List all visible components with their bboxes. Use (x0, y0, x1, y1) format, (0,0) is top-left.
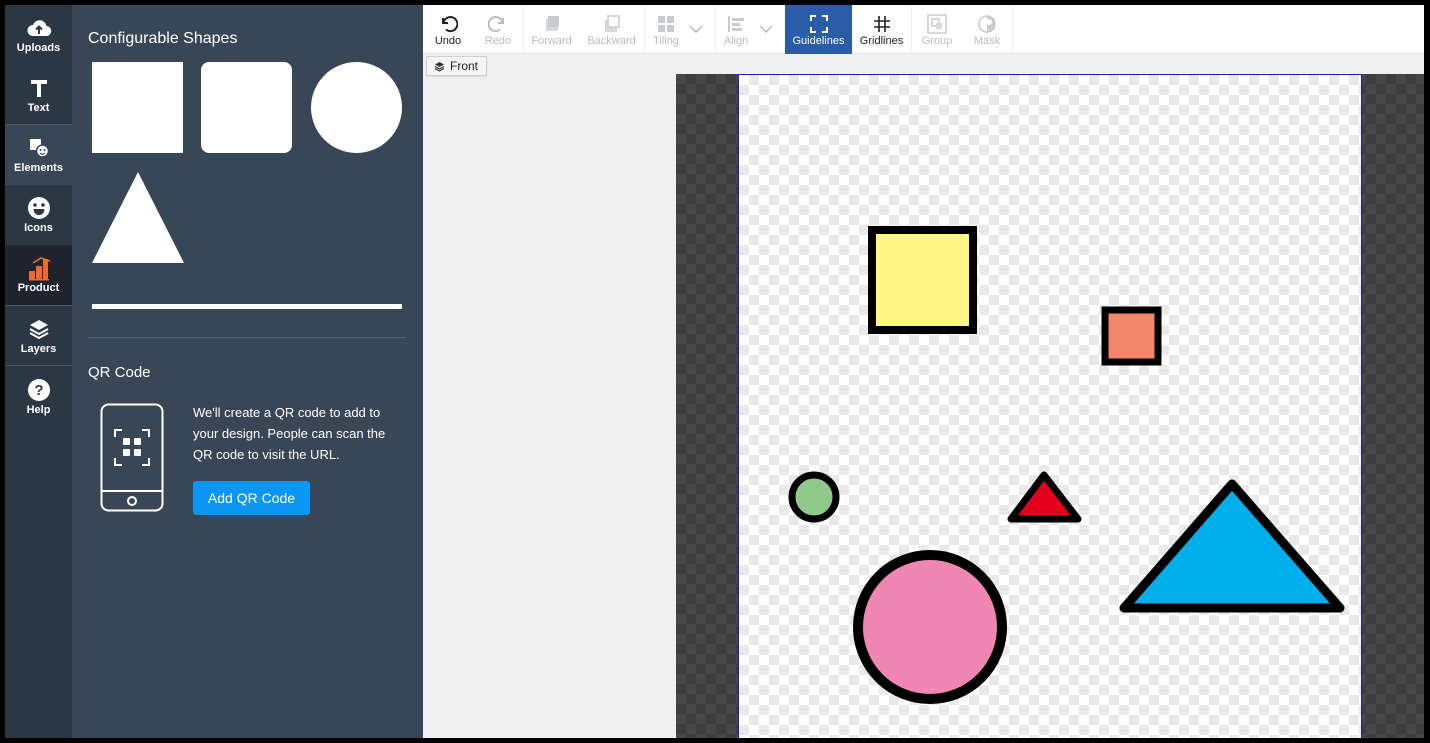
shape-rounded-square[interactable] (201, 62, 292, 153)
rail-item-label: Icons (24, 221, 53, 234)
qr-section-title: QR Code (88, 364, 151, 381)
bring-forward-icon (542, 13, 562, 35)
cloud-upload-icon (26, 16, 52, 40)
rail-item-label: Uploads (16, 41, 61, 54)
align-icon (727, 13, 745, 35)
forward-button[interactable]: Forward (524, 5, 579, 54)
shape-circle[interactable] (311, 62, 402, 153)
align-dropdown[interactable] (758, 19, 774, 39)
gridlines-button[interactable]: Gridlines (852, 5, 911, 54)
redo-icon (488, 13, 508, 35)
undo-icon (438, 13, 458, 35)
rail-item-text[interactable]: Text (5, 65, 72, 125)
smiley-icon (26, 196, 52, 220)
toolbar: Undo Redo Forward Backward Tiling Align … (423, 5, 1424, 54)
front-side-button[interactable]: Front (426, 56, 488, 76)
canvas-shape-orange-square[interactable] (1101, 306, 1162, 366)
canvas-shape-pink-circle[interactable] (853, 550, 1007, 704)
front-side-label: Front (450, 59, 479, 73)
guidelines-label: Guidelines (792, 34, 845, 47)
chevron-down-icon (759, 25, 773, 33)
tiling-icon (657, 13, 675, 35)
rail-item-icons[interactable]: Icons (5, 185, 72, 245)
product-icon (26, 256, 52, 281)
align-label: Align (723, 34, 749, 47)
backward-label: Backward (587, 34, 636, 47)
mask-button[interactable]: Mask (962, 5, 1012, 54)
forward-label: Forward (531, 34, 572, 47)
group-label: Group (921, 34, 953, 47)
send-backward-icon (602, 13, 622, 35)
group-icon (927, 13, 947, 35)
guidelines-icon (809, 13, 829, 35)
artboard-shapes (788, 226, 1345, 704)
design-artboard[interactable] (738, 74, 1362, 738)
chevron-down-icon (689, 25, 703, 33)
canvas-shape-green-circle[interactable] (788, 471, 840, 523)
left-rail: Uploads Text Elements Icons Product Laye… (5, 5, 72, 738)
workspace: Front (423, 54, 1424, 738)
rail-item-uploads[interactable]: Uploads (5, 5, 72, 65)
elements-panel: Configurable Shapes QR Code We'll create… (72, 5, 423, 738)
svg-text:?: ? (34, 382, 43, 399)
layers-icon (26, 317, 52, 341)
qr-phone-icon (100, 403, 164, 513)
add-qr-code-button[interactable]: Add QR Code (193, 481, 310, 515)
redo-label: Redo (484, 34, 512, 47)
backward-button[interactable]: Backward (579, 5, 644, 54)
align-button[interactable]: Align (716, 5, 756, 54)
rail-divider (5, 365, 72, 366)
toolbar-divider (1012, 5, 1013, 54)
elements-icon (26, 136, 52, 160)
grid-icon (873, 13, 891, 35)
undo-button[interactable]: Undo (423, 5, 473, 54)
qr-description: We'll create a QR code to add to your de… (193, 405, 386, 462)
rail-item-product[interactable]: Product (5, 245, 72, 306)
group-button[interactable]: Group (912, 5, 962, 54)
rail-item-label: Product (17, 282, 60, 294)
canvas-shape-blue-triangle[interactable] (1119, 479, 1345, 613)
shapes-section-title: Configurable Shapes (88, 30, 238, 47)
redo-button[interactable]: Redo (473, 5, 523, 54)
rail-item-label: Text (27, 101, 50, 114)
tiling-dropdown[interactable] (688, 19, 704, 39)
tiling-label: Tiling (653, 34, 679, 47)
undo-label: Undo (434, 34, 462, 47)
rail-item-label: Elements (14, 161, 63, 174)
mask-label: Mask (973, 34, 1001, 47)
canvas-shape-yellow-square[interactable] (868, 226, 977, 334)
rail-item-elements[interactable]: Elements (5, 125, 72, 185)
help-icon: ? (26, 378, 52, 402)
gridlines-label: Gridlines (859, 34, 904, 47)
shape-line[interactable] (92, 304, 402, 309)
rail-item-label: Layers (20, 342, 57, 355)
guidelines-button[interactable]: Guidelines (785, 5, 852, 54)
layers-icon (434, 61, 445, 72)
rail-item-layers[interactable]: Layers (5, 306, 72, 366)
text-icon (26, 76, 52, 100)
shape-square[interactable] (92, 62, 183, 153)
rail-item-help[interactable]: ? Help (5, 367, 72, 427)
canvas-shape-red-triangle[interactable] (1007, 471, 1082, 523)
panel-divider (88, 337, 406, 338)
tiling-button[interactable]: Tiling (645, 5, 687, 54)
rail-item-label: Help (26, 403, 51, 416)
shape-triangle[interactable] (92, 172, 184, 269)
mask-icon (977, 13, 997, 35)
